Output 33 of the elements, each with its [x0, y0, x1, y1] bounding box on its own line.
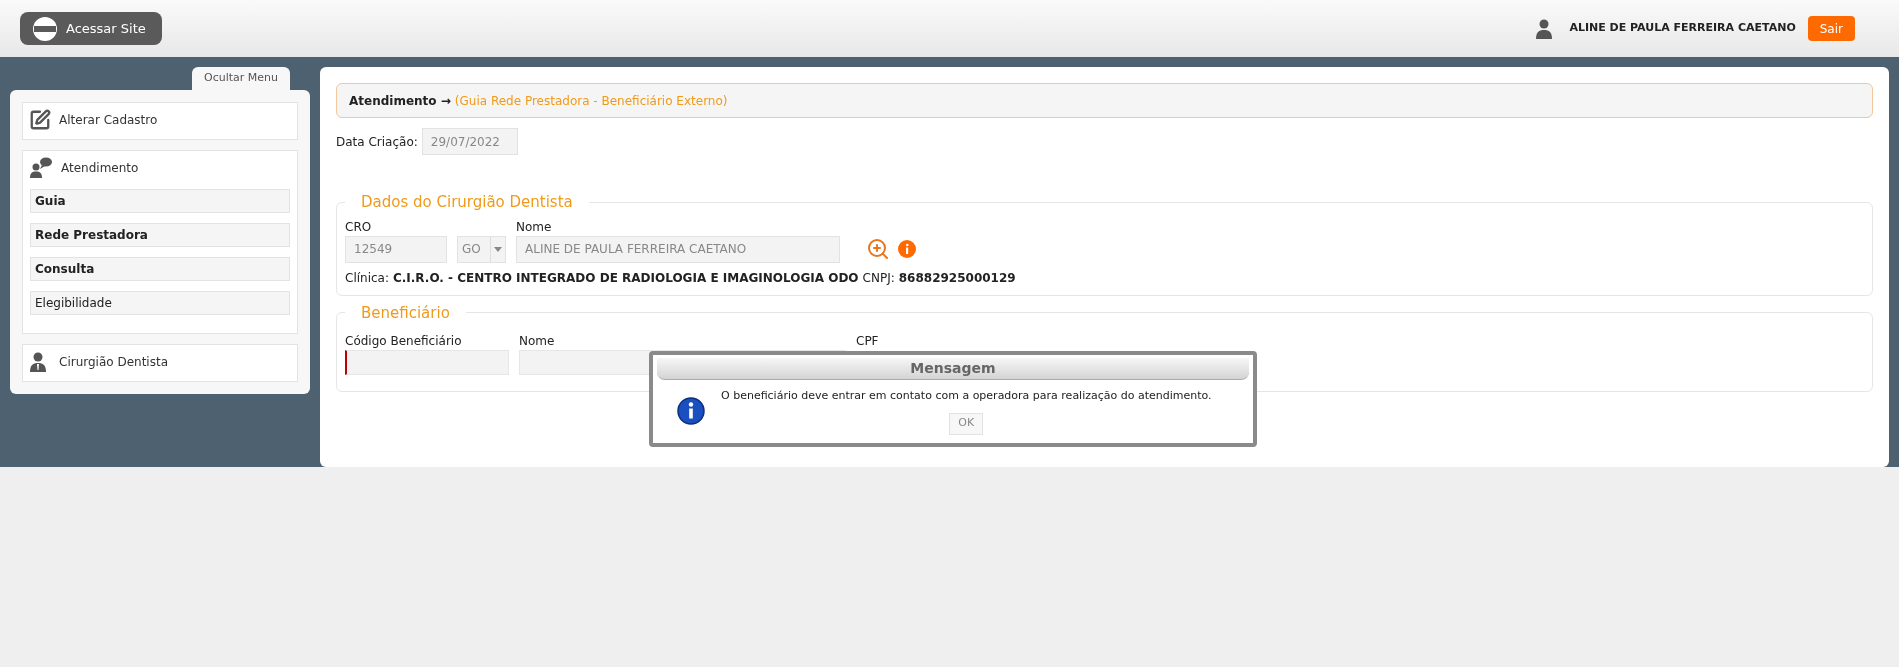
edit-icon	[29, 109, 51, 131]
submenu-item[interactable]: Rede Prestadora	[30, 223, 290, 247]
section-title: Dados do Cirurgião Dentista	[360, 192, 574, 213]
hide-menu-tab[interactable]: Ocultar Menu	[192, 67, 290, 90]
field-label: CPF	[856, 333, 880, 350]
cnpj-value: 86882925000129	[898, 269, 1016, 287]
menu-item[interactable]: Atendimento	[61, 159, 139, 177]
submenu-item[interactable]: Guia	[30, 189, 290, 213]
field-label: Nome	[519, 333, 556, 350]
submenu-item[interactable]: Elegibilidade	[30, 291, 290, 315]
info-icon[interactable]	[898, 240, 916, 258]
info-icon	[677, 397, 705, 426]
person-speech-icon	[29, 157, 53, 179]
clinic-label: Clínica:	[345, 269, 389, 287]
dialog-message: O beneficiário deve entrar em contato com a operadora para realização do atendimento.	[721, 388, 1212, 404]
menu-item[interactable]: Cirurgião Dentista	[59, 353, 168, 371]
field-label: CRO	[345, 218, 373, 236]
section-title: Beneficiário	[360, 302, 451, 324]
site-button[interactable]: Acessar Site	[20, 12, 162, 45]
search-icon[interactable]	[866, 237, 890, 261]
text-field[interactable]	[345, 350, 509, 375]
field-label: Código Beneficiário	[345, 333, 463, 350]
caret-icon	[490, 236, 505, 262]
clinic-name: C.I.R.O. - CENTRO INTEGRADO DE RADIOLOGIA E IMAGINOLOGIA ODO	[393, 269, 859, 287]
field-label: Data Criação:	[336, 133, 418, 151]
breadcrumb-section[interactable]: Atendimento →	[349, 91, 451, 110]
menu-item[interactable]: Alterar Cadastro	[59, 111, 158, 129]
submenu-item[interactable]: Consulta	[30, 257, 290, 281]
user-name: ALINE DE PAULA FERREIRA CAETANO	[1569, 20, 1796, 37]
field-label: Nome	[516, 218, 553, 236]
breadcrumb-page: (Guia Rede Prestadora - Beneficiário Externo)	[454, 92, 728, 110]
dialog-title: Mensagem	[910, 359, 996, 378]
cnpj-label: CNPJ:	[862, 269, 895, 287]
